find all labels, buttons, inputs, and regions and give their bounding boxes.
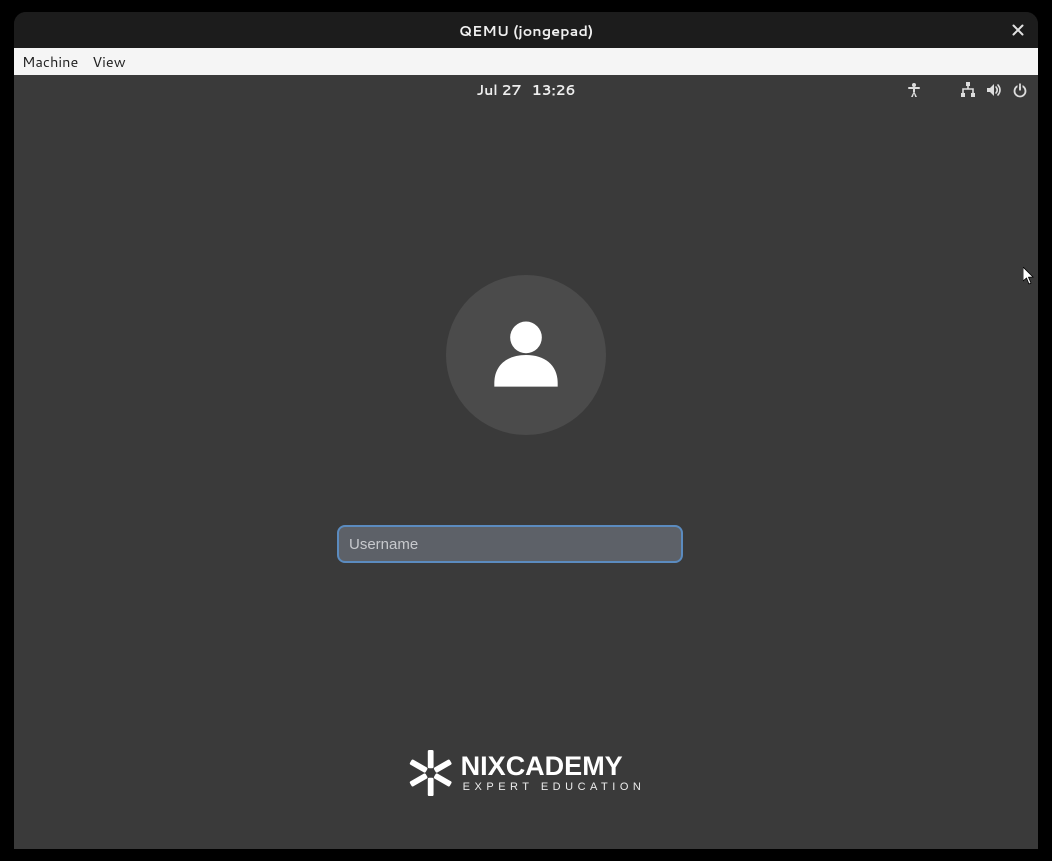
volume-icon[interactable] [986,82,1002,98]
brand-name: NIXCADEMY [461,753,646,780]
nixcademy-mark-icon [407,749,455,797]
avatar [446,275,606,435]
menu-machine[interactable]: Machine [22,51,78,72]
guest-display: Jul 27 13:26 [14,75,1038,849]
user-avatar-icon [482,311,570,399]
window-titlebar[interactable]: QEMU (jongepad) [14,12,1038,48]
cursor-pointer-icon [1023,267,1035,285]
panel-date: Jul 27 [477,80,522,100]
panel-datetime[interactable]: Jul 27 13:26 [477,80,576,100]
panel-system-tray[interactable] [906,75,1028,105]
network-wired-icon[interactable] [960,82,976,98]
username-input[interactable] [337,525,683,563]
power-icon[interactable] [1012,82,1028,98]
accessibility-icon[interactable] [906,82,922,98]
menu-view[interactable]: View [92,51,125,72]
window-title: QEMU (jongepad) [459,20,593,41]
brand-tagline: EXPERT EDUCATION [461,782,646,793]
panel-time: 13:26 [532,80,576,100]
close-icon [1012,24,1024,36]
qemu-window: QEMU (jongepad) Machine View Jul 27 13:2… [14,12,1038,849]
window-close-button[interactable] [1004,12,1032,48]
gnome-top-panel: Jul 27 13:26 [14,75,1038,105]
menu-bar: Machine View [14,48,1038,75]
login-area [14,275,1038,563]
brand-text: NIXCADEMY EXPERT EDUCATION [461,753,646,793]
brand-logo: NIXCADEMY EXPERT EDUCATION [407,749,646,797]
